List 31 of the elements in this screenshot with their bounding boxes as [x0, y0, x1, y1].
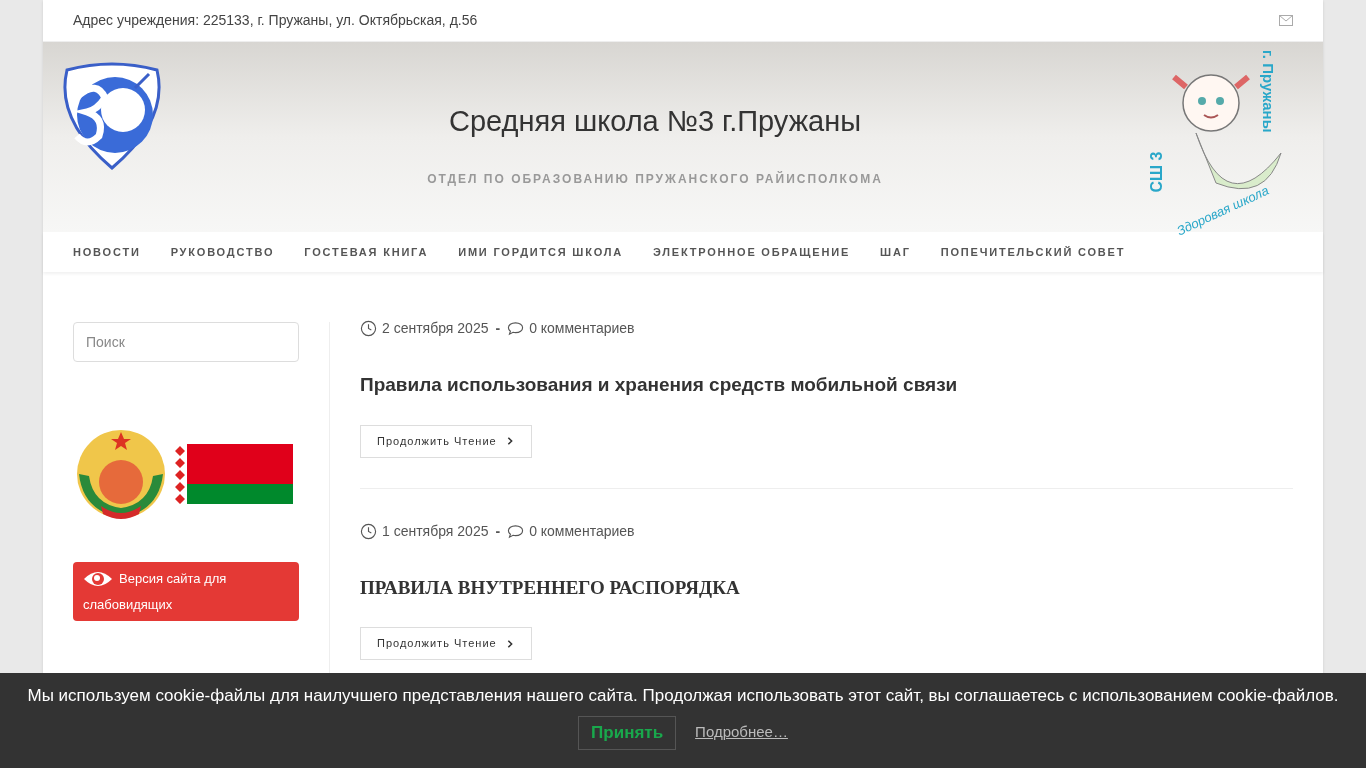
- nav-link[interactable]: НОВОСТИ: [73, 243, 141, 261]
- mascot-city-text: г. Пружаны: [1259, 50, 1279, 133]
- meta-separator: -: [495, 521, 501, 541]
- comment-icon: [507, 523, 525, 539]
- clock-icon: [360, 320, 377, 337]
- address-text: Адрес учреждения: 225133, г. Пружаны, ул. Октябрьская, д.56: [73, 11, 478, 30]
- nav-link[interactable]: ШАГ: [880, 243, 911, 261]
- nav-link[interactable]: ИМИ ГОРДИТСЯ ШКОЛА: [458, 243, 623, 261]
- comment-icon: [507, 321, 525, 336]
- accessibility-button[interactable]: Версия сайта для слабовидящих: [73, 562, 299, 621]
- post-comments[interactable]: 0 комментариев: [529, 520, 635, 542]
- post-title[interactable]: Правила использования и хранения средств мобильной связи: [360, 371, 1293, 400]
- nav-link[interactable]: РУКОВОДСТВО: [170, 243, 275, 261]
- nav-link[interactable]: ГОСТЕВАЯ КНИГА: [304, 243, 429, 261]
- accept-button[interactable]: Принять: [578, 715, 677, 750]
- nav-link[interactable]: ПОПЕЧИТЕЛЬСКИЙ СОВЕТ: [940, 243, 1126, 261]
- site-subtitle: ОТДЕЛ ПО ОБРАЗОВАНИЮ ПРУЖАНСКОГО РАЙИСПОЛКОМА: [427, 170, 883, 188]
- search-field[interactable]: Поиск: [73, 322, 299, 362]
- mascot-school-text: СШ 3: [1147, 151, 1167, 193]
- more-link[interactable]: Подробнее…: [695, 721, 788, 744]
- post-comments[interactable]: 0 комментариев: [529, 318, 635, 339]
- read-more-button[interactable]: Продолжить Чтение: [360, 627, 532, 660]
- cookie-notice-text: Мы используем cookie-файлы для наилучшего представления нашего сайта. Продолжая использовать этот сайт, вы соглашаетесь с использованием cookie-файлов.: [27, 685, 1339, 707]
- meta-separator: -: [495, 319, 501, 338]
- post-title[interactable]: ПРАВИЛА ВНУТРЕННЕГО РАСПОРЯДКА: [360, 573, 1293, 602]
- read-more-button[interactable]: Продолжить Чтение: [360, 424, 532, 458]
- site-title[interactable]: Средняя школа №3 г.Пружаны: [448, 100, 862, 144]
- post-date: 2 сентября 2025: [382, 319, 489, 338]
- clock-icon: [360, 522, 377, 540]
- post-date: 1 сентября 2025: [382, 521, 489, 541]
- nav-link[interactable]: ЭЛЕКТРОННОЕ ОБРАЩЕНИЕ: [653, 243, 851, 261]
